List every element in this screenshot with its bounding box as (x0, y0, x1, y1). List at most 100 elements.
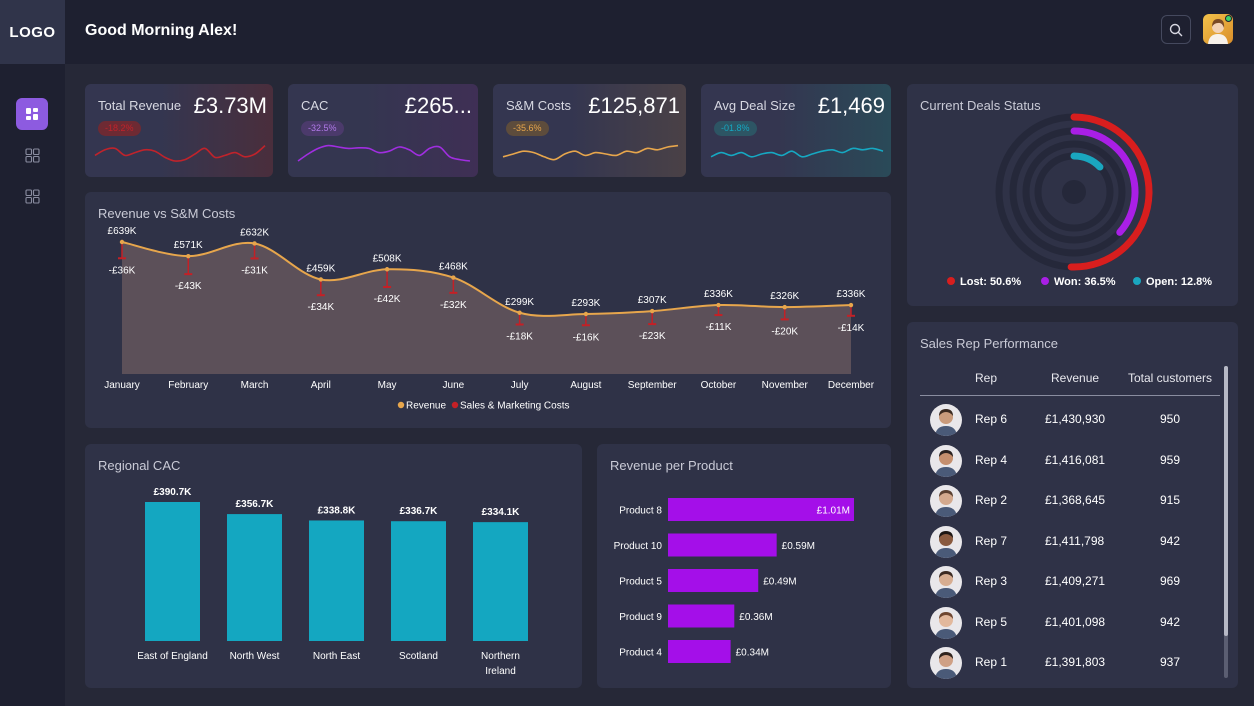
nav-item-2[interactable] (16, 139, 48, 171)
kpi-value: £265... (404, 93, 472, 118)
product-bar (668, 569, 759, 592)
revenue-per-product-chart: Product 8 £1.01M Product 10 £0.59M Product 5… (614, 498, 854, 663)
table-row[interactable]: Rep 7 £1,411,798 942 (920, 522, 1220, 562)
cost-data-label: -£42K (374, 294, 401, 305)
revenue-data-label: £639K (108, 226, 137, 237)
nav-item-3[interactable] (16, 180, 48, 212)
x-tick-label: August (570, 380, 601, 391)
cost-data-label: -£36K (109, 265, 136, 276)
x-tick-label: Ireland (485, 666, 516, 677)
rep-name: Rep 7 (975, 533, 1008, 548)
kpi-card-sm-costs[interactable]: S&M Costs £125,871 -35.6% (493, 84, 686, 177)
revenue-data-label: £307K (638, 295, 667, 306)
table-row[interactable]: Rep 5 £1,401,098 942 (920, 603, 1220, 643)
product-bar-label: £1.01M (817, 506, 850, 517)
cost-data-label: -£23K (639, 331, 666, 342)
rep-avatar (930, 485, 962, 517)
grid-icon (24, 147, 40, 163)
revenue-point (252, 241, 257, 246)
revenue-point (384, 267, 390, 272)
scrollbar-thumb[interactable] (1224, 366, 1228, 636)
table-row[interactable]: Rep 4 £1,416,081 959 (920, 441, 1220, 481)
kpi-card-total-revenue[interactable]: Total Revenue £3.73M -18.2% (85, 84, 273, 177)
x-tick-label: East of England (137, 651, 208, 662)
revenue-point (318, 277, 324, 282)
x-tick-label: April (311, 380, 331, 391)
table-row[interactable]: Rep 6 £1,430,930 950 (920, 400, 1220, 440)
sparkline-path (297, 144, 471, 162)
kpi-value: £3.73M (193, 93, 267, 118)
rep-revenue: £1,416,081 (1045, 452, 1106, 467)
kpi-label: Avg Deal Size (714, 98, 796, 113)
revenue-data-label: £459K (306, 263, 335, 274)
online-indicator (1225, 15, 1232, 22)
legend-dot-open (1133, 277, 1141, 285)
product-bar-label: £0.59M (782, 541, 815, 552)
regional-cac-chart: £390.7K East of England £356.7K North West £… (137, 487, 528, 677)
rep-customers: 915 (1160, 493, 1181, 507)
x-tick-label: May (378, 380, 397, 391)
kpi-change-badge: -32.5% (301, 121, 344, 136)
x-tick-label: October (701, 380, 737, 391)
table-row[interactable]: Rep 2 £1,368,645 915 (920, 481, 1220, 521)
cost-data-label: -£14K (838, 323, 865, 334)
kpi-sparkline (502, 144, 679, 161)
product-bar-label: £0.34M (736, 648, 769, 659)
x-tick-label: North West (230, 651, 280, 662)
rep-revenue: £1,430,930 (1045, 412, 1106, 426)
y-tick-label: Product 9 (619, 612, 662, 623)
rep-name: Rep 3 (975, 574, 1008, 588)
column-header-customers[interactable]: Total customers (1128, 371, 1212, 385)
x-tick-label: January (104, 380, 140, 391)
revenue-point (716, 302, 721, 308)
rep-customers: 942 (1160, 533, 1181, 548)
nav-dashboard[interactable] (16, 98, 48, 130)
kpi-card-avg-deal-size[interactable]: Avg Deal Size £1,469 -01.8% (701, 84, 891, 177)
table-scrollbar[interactable] (1224, 366, 1228, 678)
x-tick-label: Northern (481, 651, 520, 662)
rep-avatar (930, 566, 962, 598)
logo[interactable]: LOGO (0, 0, 65, 64)
product-bar-label: £0.36M (739, 612, 772, 623)
cost-data-label: -£16K (573, 332, 600, 343)
kpi-card-cac[interactable]: CAC £265... -32.5% (288, 84, 478, 177)
rep-customers: 959 (1160, 452, 1181, 467)
kpi-value: £1,469 (817, 93, 885, 118)
rep-customers: 942 (1160, 614, 1181, 629)
ring-center (1062, 180, 1086, 204)
rep-name: Rep 1 (975, 655, 1008, 669)
revenue-data-label: £336K (704, 289, 733, 300)
rep-avatar (930, 647, 962, 679)
revenue-per-product-card: Revenue per Product Product 8 £1.01M Produ… (597, 444, 891, 688)
rep-revenue: £1,368,645 (1045, 493, 1106, 507)
product-bar (668, 604, 735, 628)
column-header-revenue[interactable]: Revenue (1051, 371, 1099, 385)
regional-cac-card: Regional CAC £390.7K East of England £356.… (85, 444, 582, 688)
search-button[interactable] (1161, 15, 1191, 44)
revenue-point (583, 311, 589, 317)
grid-icon (24, 188, 40, 204)
kpi-value: £125,871 (588, 93, 680, 118)
revenue-data-label: £632K (240, 227, 269, 238)
rep-revenue: £1,391,803 (1045, 655, 1106, 669)
y-tick-label: Product 8 (619, 506, 662, 517)
revenue-point (119, 239, 125, 245)
table-title: Sales Rep Performance (920, 336, 1059, 351)
header-divider (920, 395, 1220, 396)
revenue-vs-costs-card: Revenue vs S&M Costs £639K -£36K January £5… (85, 192, 891, 428)
cost-data-label: -£32K (440, 300, 467, 311)
user-avatar[interactable] (1203, 14, 1233, 44)
cost-data-label: -£18K (506, 332, 533, 343)
revenue-data-label: £508K (373, 253, 402, 264)
legend-costs-dot (451, 401, 459, 409)
revenue-data-label: £336K (837, 289, 866, 300)
table-row[interactable]: Rep 1 £1,391,803 937 (920, 643, 1220, 683)
legend-costs-label: Sales & Marketing Costs (460, 401, 570, 412)
x-tick-label: December (828, 380, 875, 391)
column-header-rep[interactable]: Rep (975, 371, 997, 385)
revenue-point (517, 310, 522, 315)
cost-data-label: -£43K (175, 281, 202, 292)
cost-data-label: -£20K (771, 326, 798, 337)
table-row[interactable]: Rep 3 £1,409,271 969 (920, 562, 1220, 602)
x-tick-label: February (168, 380, 208, 391)
